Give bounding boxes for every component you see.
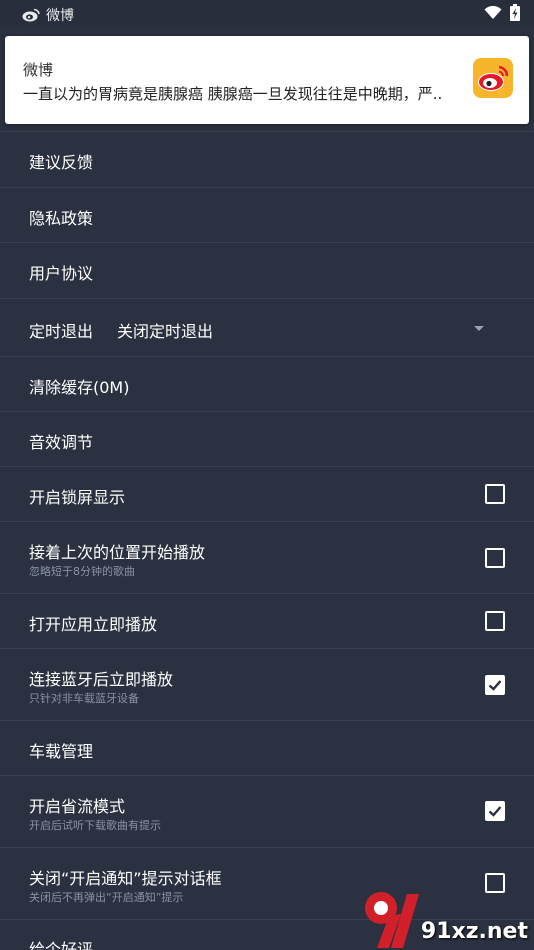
wifi-icon bbox=[484, 5, 502, 19]
bluetooth-checkbox[interactable] bbox=[485, 675, 505, 695]
settings-item-sublabel: 开启后试听下载歌曲有提示 bbox=[29, 819, 161, 832]
settings-item-data-saver[interactable]: 开启省流模式 开启后试听下载歌曲有提示 bbox=[0, 775, 534, 847]
watermark-text: 91xz.net bbox=[420, 919, 528, 944]
settings-item-label: 接着上次的位置开始播放 bbox=[29, 543, 206, 562]
settings-item-label: 连接蓝牙后立即播放 bbox=[29, 670, 174, 689]
settings-item-label: 隐私政策 bbox=[29, 209, 94, 228]
status-bar-left: 微博 bbox=[22, 5, 74, 25]
status-app-name: 微博 bbox=[46, 8, 74, 24]
settings-item-sublabel: 忽略短于8分钟的歌曲 bbox=[29, 565, 135, 578]
battery-charging-icon bbox=[510, 4, 520, 21]
data-saver-checkbox[interactable] bbox=[485, 801, 505, 821]
settings-item-label: 关闭“开启通知”提示对话框 bbox=[29, 869, 222, 888]
settings-item-agreement[interactable]: 用户协议 bbox=[0, 242, 534, 298]
weibo-logo-icon bbox=[473, 58, 513, 98]
settings-item-autoplay-open[interactable]: 打开应用立即播放 bbox=[0, 593, 534, 648]
dropdown-arrow-icon[interactable] bbox=[474, 326, 484, 331]
checkmark-icon bbox=[488, 680, 502, 691]
status-bar: 微博 bbox=[0, 0, 534, 28]
timer-select[interactable]: 关闭定时退出 bbox=[117, 318, 213, 342]
weibo-icon bbox=[22, 8, 40, 22]
settings-item-bluetooth[interactable]: 连接蓝牙后立即播放 只针对非车载蓝牙设备 bbox=[0, 648, 534, 720]
settings-item-clear-cache[interactable]: 清除缓存(0M) bbox=[0, 356, 534, 411]
notification-text: 一直以为的胃病竟是胰腺癌 胰腺癌一旦发现往往是中晚期，严.. bbox=[23, 85, 443, 103]
settings-item-label: 音效调节 bbox=[29, 433, 94, 452]
settings-list: 建议反馈 隐私政策 用户协议 定时退出 关闭定时退出 清除缓存(0M) 音效调节… bbox=[0, 131, 534, 950]
notification-card[interactable]: 微博 一直以为的胃病竟是胰腺癌 胰腺癌一旦发现往往是中晚期，严.. bbox=[5, 36, 529, 124]
settings-item-sublabel: 只针对非车载蓝牙设备 bbox=[29, 692, 139, 705]
settings-item-label: 定时退出 bbox=[29, 322, 94, 341]
settings-item-privacy[interactable]: 隐私政策 bbox=[0, 187, 534, 242]
resume-checkbox[interactable] bbox=[485, 548, 505, 568]
settings-item-sublabel: 关闭后不再弹出“开启通知”提示 bbox=[29, 891, 184, 904]
settings-item-label: 建议反馈 bbox=[29, 153, 94, 172]
settings-item-lockscreen[interactable]: 开启锁屏显示 bbox=[0, 466, 534, 521]
settings-item-car[interactable]: 车载管理 bbox=[0, 720, 534, 775]
settings-item-label: 车载管理 bbox=[29, 742, 94, 761]
settings-item-label: 打开应用立即播放 bbox=[29, 615, 158, 634]
settings-item-label: 开启省流模式 bbox=[29, 797, 126, 816]
settings-item-label: 用户协议 bbox=[29, 264, 94, 283]
lockscreen-checkbox[interactable] bbox=[485, 484, 505, 504]
settings-item-timer[interactable]: 定时退出 关闭定时退出 bbox=[0, 298, 534, 356]
settings-item-label: 清除缓存(0M) bbox=[29, 378, 130, 397]
settings-item-label: 给个好评 bbox=[29, 940, 94, 950]
settings-item-label: 开启锁屏显示 bbox=[29, 488, 126, 507]
status-bar-right bbox=[484, 4, 520, 21]
settings-item-resume[interactable]: 接着上次的位置开始播放 忽略短于8分钟的歌曲 bbox=[0, 521, 534, 593]
settings-item-feedback[interactable]: 建议反馈 bbox=[0, 131, 534, 187]
settings-item-audio[interactable]: 音效调节 bbox=[0, 411, 534, 466]
autoplay-open-checkbox[interactable] bbox=[485, 611, 505, 631]
notification-app-name: 微博 bbox=[23, 61, 54, 79]
watermark: 91xz.net bbox=[359, 888, 534, 950]
watermark-logo-icon bbox=[365, 892, 419, 948]
checkmark-icon bbox=[488, 806, 502, 817]
